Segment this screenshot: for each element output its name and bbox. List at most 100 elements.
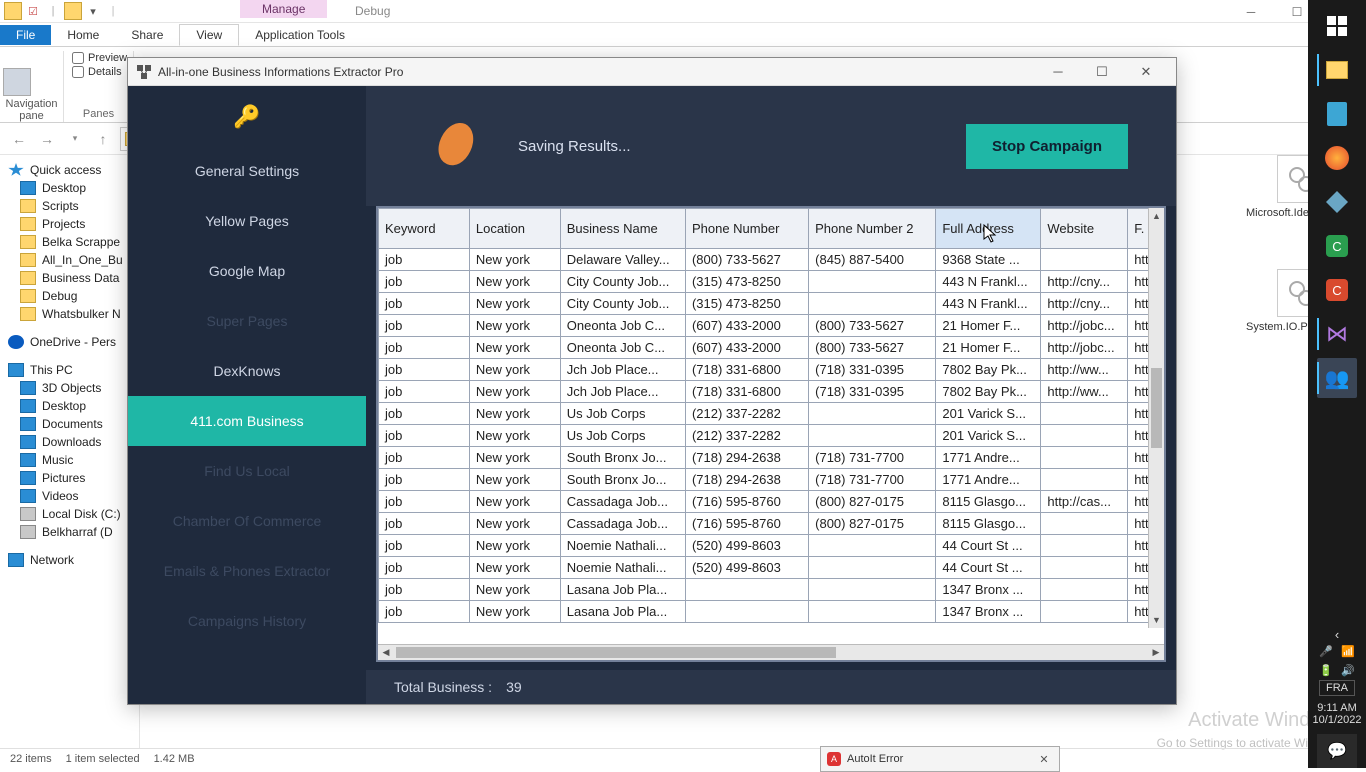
navigation-pane-label[interactable]: Navigation pane [6,98,58,122]
cell-bn[interactable]: Cassadaga Job... [560,513,685,535]
cell-bn[interactable]: South Bronx Jo... [560,469,685,491]
cell-lo[interactable]: New york [469,469,560,491]
cell-p2[interactable]: (718) 731-7700 [809,469,936,491]
tree-quick-access[interactable]: Quick access [2,161,137,179]
app-maximize[interactable]: ☐ [1080,58,1124,86]
cell-p2[interactable] [809,271,936,293]
cell-p2[interactable] [809,579,936,601]
tree-localc[interactable]: Local Disk (C:) [2,505,137,523]
cell-p2[interactable]: (718) 331-0395 [809,381,936,403]
cell-lo[interactable]: New york [469,271,560,293]
tree-onedrive[interactable]: OneDrive - Pers [2,333,137,351]
column-header-business-name[interactable]: Business Name [560,209,685,249]
cell-ws[interactable] [1041,557,1128,579]
results-grid[interactable]: KeywordLocationBusiness NamePhone Number… [376,206,1166,662]
tree-desktop2[interactable]: Desktop [2,397,137,415]
cell-ws[interactable] [1041,425,1128,447]
cell-kw[interactable]: job [379,579,470,601]
cell-fa[interactable]: 9368 State ... [936,249,1041,271]
tree-music[interactable]: Music [2,451,137,469]
cell-lo[interactable]: New york [469,447,560,469]
cell-kw[interactable]: job [379,557,470,579]
cell-bn[interactable]: City County Job... [560,293,685,315]
ribbon-tab-apptools[interactable]: Application Tools [239,25,361,45]
cell-ws[interactable]: http://ww... [1041,359,1128,381]
sidebar-item-google-map[interactable]: Google Map [128,246,366,296]
tree-desktop[interactable]: Desktop [2,179,137,197]
cell-bn[interactable]: Noemie Nathali... [560,535,685,557]
system-tray[interactable]: ‹ 🎤 📶 🔋 🔊 FRA 9:11 AM 10/1/2022 [1308,623,1366,730]
cell-ws[interactable] [1041,579,1128,601]
column-header-phone-number-2[interactable]: Phone Number 2 [809,209,936,249]
table-row[interactable]: jobNew yorkJch Job Place...(718) 331-680… [379,359,1164,381]
cell-p1[interactable]: (212) 337-2282 [685,425,808,447]
qat-props-icon[interactable]: ☑ [24,2,42,20]
cell-p2[interactable] [809,293,936,315]
battery-icon[interactable]: 🔋 [1319,664,1333,677]
autoit-close[interactable]: ✕ [1029,753,1059,766]
column-header-keyword[interactable]: Keyword [379,209,470,249]
cell-lo[interactable]: New york [469,249,560,271]
table-row[interactable]: jobNew yorkJch Job Place...(718) 331-680… [379,381,1164,403]
cell-kw[interactable]: job [379,601,470,623]
sidebar-item-general-settings[interactable]: General Settings [128,146,366,196]
tray-expand-icon[interactable]: ‹ [1335,627,1339,642]
taskbar-camtasia[interactable]: C [1317,226,1357,266]
cell-fa[interactable]: 7802 Bay Pk... [936,359,1041,381]
clock-time[interactable]: 9:11 AM [1317,702,1357,714]
cell-kw[interactable]: job [379,513,470,535]
cell-fa[interactable]: 21 Homer F... [936,337,1041,359]
nav-tree[interactable]: Quick access Desktop Scripts Projects Be… [0,155,140,748]
taskbar-anydesk[interactable] [1317,182,1357,222]
table-row[interactable]: jobNew yorkLasana Job Pla...1347 Bronx .… [379,601,1164,623]
cell-kw[interactable]: job [379,403,470,425]
cell-lo[interactable]: New york [469,535,560,557]
cell-p2[interactable]: (845) 887-5400 [809,249,936,271]
cell-fa[interactable]: 1771 Andre... [936,469,1041,491]
taskbar-camtasia2[interactable]: C [1317,270,1357,310]
cell-fa[interactable]: 443 N Frankl... [936,271,1041,293]
cell-fa[interactable]: 1347 Bronx ... [936,601,1041,623]
cell-bn[interactable]: Noemie Nathali... [560,557,685,579]
tree-whatsbulker[interactable]: Whatsbulker N [2,305,137,323]
cell-p2[interactable] [809,403,936,425]
cell-p1[interactable]: (520) 499-8603 [685,557,808,579]
cell-fa[interactable]: 443 N Frankl... [936,293,1041,315]
scroll-left-arrow[interactable]: ◀ [378,645,394,660]
sidebar-item-chamber-of-commerce[interactable]: Chamber Of Commerce [128,496,366,546]
nav-forward[interactable]: → [36,128,58,150]
vertical-scrollbar[interactable]: ▲ ▼ [1148,208,1164,628]
cell-p1[interactable]: (520) 499-8603 [685,535,808,557]
table-row[interactable]: jobNew yorkNoemie Nathali...(520) 499-86… [379,535,1164,557]
cell-p2[interactable]: (800) 827-0175 [809,491,936,513]
cell-fa[interactable]: 44 Court St ... [936,535,1041,557]
cell-kw[interactable]: job [379,425,470,447]
cell-bn[interactable]: Cassadaga Job... [560,491,685,513]
cell-bn[interactable]: Lasana Job Pla... [560,579,685,601]
cell-p2[interactable]: (718) 331-0395 [809,359,936,381]
sidebar-item-emails-phones-extractor[interactable]: Emails & Phones Extractor [128,546,366,596]
cell-ws[interactable]: http://cas... [1041,491,1128,513]
tree-network[interactable]: Network [2,551,137,569]
cell-ws[interactable]: http://jobc... [1041,337,1128,359]
cell-ws[interactable]: http://cny... [1041,293,1128,315]
table-row[interactable]: jobNew yorkCassadaga Job...(716) 595-876… [379,513,1164,535]
stop-campaign-button[interactable]: Stop Campaign [966,124,1128,169]
cell-ws[interactable] [1041,513,1128,535]
cell-ws[interactable] [1041,469,1128,491]
table-row[interactable]: jobNew yorkCassadaga Job...(716) 595-876… [379,491,1164,513]
cell-p2[interactable] [809,425,936,447]
cell-kw[interactable]: job [379,491,470,513]
wifi-icon[interactable]: 📶 [1341,645,1355,658]
scroll-up-arrow[interactable]: ▲ [1149,208,1164,224]
cell-p1[interactable] [685,579,808,601]
table-row[interactable]: jobNew yorkLasana Job Pla...1347 Bronx .… [379,579,1164,601]
cell-lo[interactable]: New york [469,381,560,403]
table-row[interactable]: jobNew yorkUs Job Corps(212) 337-2282201… [379,403,1164,425]
cell-ws[interactable]: http://jobc... [1041,315,1128,337]
qat-folder-icon[interactable] [64,2,82,20]
cell-ws[interactable] [1041,403,1128,425]
cell-kw[interactable]: job [379,469,470,491]
cell-ws[interactable] [1041,535,1128,557]
cell-bn[interactable]: City County Job... [560,271,685,293]
